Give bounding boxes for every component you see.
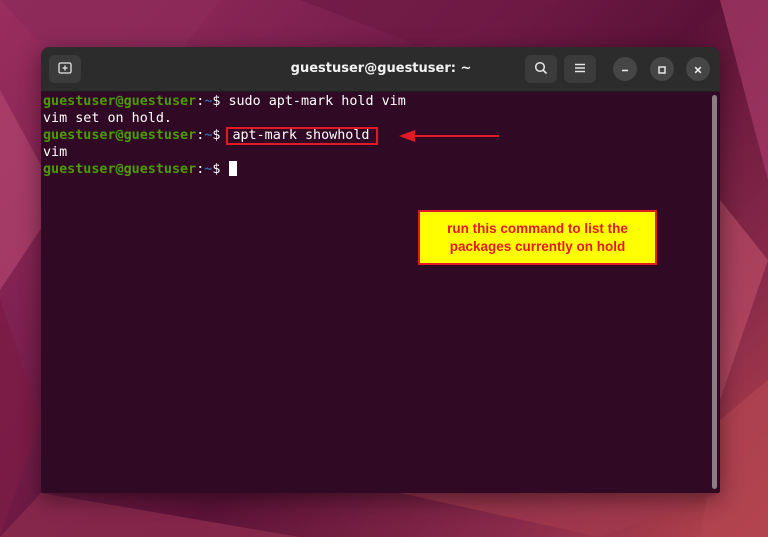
maximize-icon — [657, 60, 667, 79]
terminal-line: guestuser@guestuser:~$ apt-mark showhold — [43, 127, 378, 145]
close-icon — [693, 60, 703, 79]
prompt-symbol: $ — [212, 162, 229, 177]
menu-button[interactable] — [564, 55, 596, 83]
prompt-user: guestuser@guestuser — [43, 128, 197, 143]
title-bar[interactable]: guestuser@guestuser: ~ — [41, 47, 720, 92]
text-cursor — [229, 161, 238, 176]
window-title: guestuser@guestuser: ~ — [290, 61, 472, 76]
annotation-arrow — [395, 128, 505, 148]
hamburger-menu-icon — [573, 60, 587, 79]
scrollbar[interactable] — [712, 95, 717, 489]
terminal-output[interactable]: guestuser@guestuser:~$ sudo apt-mark hol… — [41, 92, 711, 492]
prompt-user: guestuser@guestuser — [43, 162, 197, 177]
terminal-line: guestuser@guestuser:~$ sudo apt-mark hol… — [43, 93, 406, 110]
output-text: vim set on hold. — [43, 111, 172, 126]
maximize-button[interactable] — [650, 57, 674, 81]
new-tab-icon — [58, 60, 72, 79]
close-button[interactable] — [686, 57, 710, 81]
minimize-icon — [620, 60, 630, 79]
search-button[interactable] — [525, 55, 557, 83]
search-icon — [534, 60, 548, 79]
output-text: vim — [43, 145, 68, 160]
terminal-window: guestuser@guestuser: ~ guestuser@guestus… — [41, 47, 720, 493]
callout-text: run this command to list the packages cu… — [447, 220, 628, 254]
annotation-callout: run this command to list the packages cu… — [418, 210, 657, 265]
terminal-line: vim — [43, 144, 67, 161]
new-tab-button[interactable] — [49, 55, 81, 83]
highlighted-command: apt-mark showhold — [226, 127, 378, 145]
command-text: sudo apt-mark hold vim — [228, 94, 406, 109]
prompt-user: guestuser@guestuser — [43, 94, 197, 109]
prompt-symbol: $ — [212, 94, 229, 109]
minimize-button[interactable] — [613, 57, 637, 81]
terminal-line: guestuser@guestuser:~$ — [43, 161, 238, 178]
terminal-line: vim set on hold. — [43, 110, 172, 127]
